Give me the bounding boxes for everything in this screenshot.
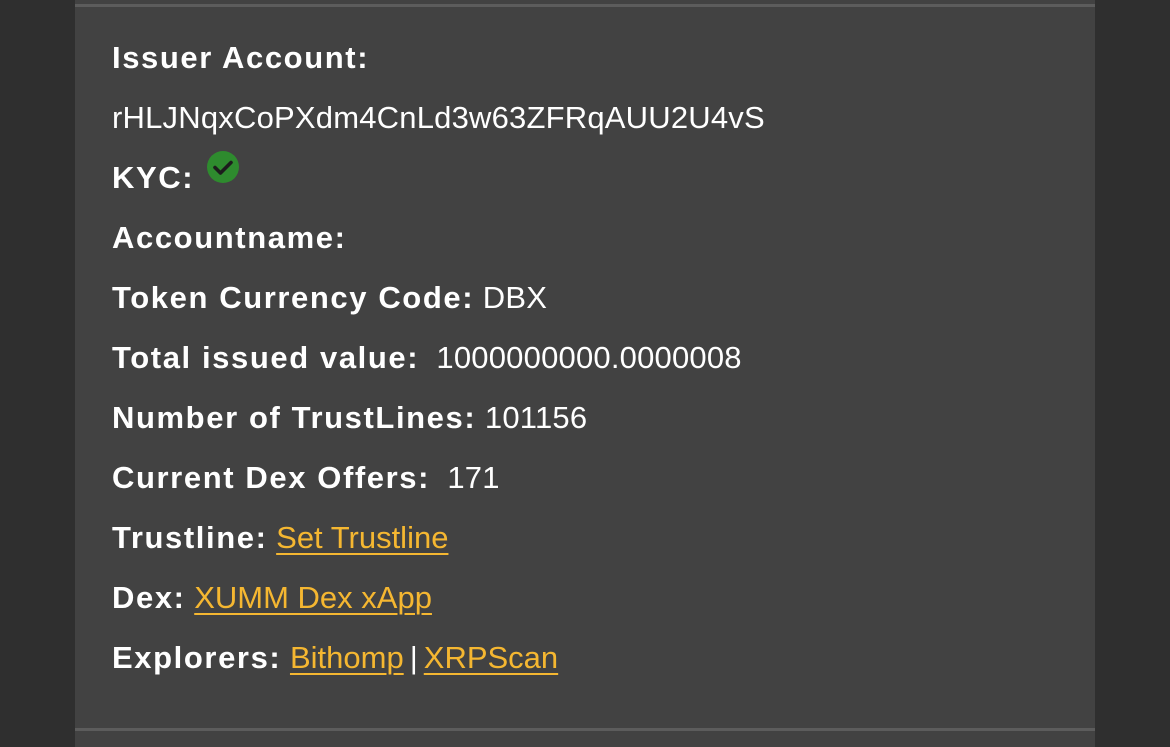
issuer-account-label: Issuer Account: <box>112 40 370 75</box>
card-top-divider <box>75 4 1095 7</box>
explorers-separator: | <box>409 640 418 675</box>
trustlines-count-row: Number of TrustLines: 101156 <box>112 396 1072 456</box>
explorers-label: Explorers: <box>112 640 282 675</box>
page: Issuer Account: rHLJNqxCoPXdm4CnLd3w63ZF… <box>0 0 1170 747</box>
right-panel-edge <box>1095 0 1170 747</box>
set-trustline-link[interactable]: Set Trustline <box>276 520 448 555</box>
bithomp-link[interactable]: Bithomp <box>290 640 404 675</box>
dex-row: Dex: XUMM Dex xApp <box>112 576 1072 636</box>
currency-code-label: Token Currency Code: <box>112 280 475 315</box>
check-circle-icon <box>206 150 240 184</box>
token-info-list: Issuer Account: rHLJNqxCoPXdm4CnLd3w63ZF… <box>112 36 1072 696</box>
xumm-dex-xapp-link[interactable]: XUMM Dex xApp <box>194 580 432 615</box>
card-bottom-divider <box>75 728 1095 731</box>
accountname-row: Accountname: <box>112 216 1072 276</box>
kyc-label: KYC: <box>112 160 195 195</box>
issuer-account-row: Issuer Account: <box>112 36 1072 96</box>
explorers-row: Explorers: Bithomp | XRPScan <box>112 636 1072 696</box>
kyc-row: KYC: <box>112 151 1072 216</box>
issued-value-row: Total issued value: 1000000000.0000008 <box>112 336 1072 396</box>
dex-label: Dex: <box>112 580 186 615</box>
trustline-label: Trustline: <box>112 520 268 555</box>
trustline-row: Trustline: Set Trustline <box>112 516 1072 576</box>
trustlines-count-value: 101156 <box>484 400 588 435</box>
currency-code-value: DBX <box>482 280 548 315</box>
dex-offers-value: 171 <box>447 460 500 495</box>
token-info-card: Issuer Account: rHLJNqxCoPXdm4CnLd3w63ZF… <box>75 0 1095 747</box>
accountname-label: Accountname: <box>112 220 347 255</box>
trustlines-count-label: Number of TrustLines: <box>112 400 477 435</box>
currency-code-row: Token Currency Code: DBX <box>112 276 1072 336</box>
issuer-address-row: rHLJNqxCoPXdm4CnLd3w63ZFRqAUU2U4vS <box>112 96 1072 156</box>
dex-offers-row: Current Dex Offers: 171 <box>112 456 1072 516</box>
dex-offers-label: Current Dex Offers: <box>112 460 431 495</box>
issued-value: 1000000000.0000008 <box>436 340 742 375</box>
left-panel-edge <box>0 0 75 747</box>
issued-value-label: Total issued value: <box>112 340 420 375</box>
issuer-account-address: rHLJNqxCoPXdm4CnLd3w63ZFRqAUU2U4vS <box>112 100 765 135</box>
xrpscan-link[interactable]: XRPScan <box>424 640 558 675</box>
